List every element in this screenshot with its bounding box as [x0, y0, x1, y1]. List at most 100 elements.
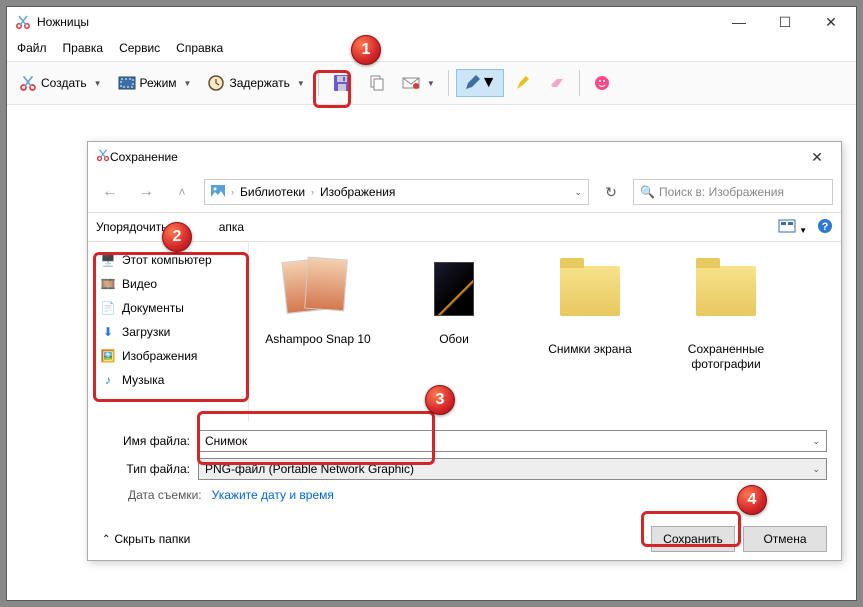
step-badge-4: 4 — [737, 485, 767, 515]
sidebar-label: Загрузки — [122, 325, 170, 339]
mail-button[interactable]: ▼ — [396, 70, 441, 96]
dialog-close-button[interactable]: ✕ — [797, 142, 837, 172]
crumb-images[interactable]: Изображения — [320, 185, 395, 199]
pen-icon — [463, 74, 481, 92]
save-button[interactable] — [326, 67, 358, 99]
search-input[interactable]: 🔍 Поиск в: Изображения — [633, 179, 833, 205]
filetype-select[interactable]: PNG-файл (Portable Network Graphic)⌄ — [198, 458, 827, 480]
filename-input[interactable]: Снимок⌄ — [198, 430, 827, 452]
save-dialog: Сохранение ✕ ← → ˄ › Библиотеки › Изобра… — [87, 141, 842, 561]
chevron-down-icon[interactable]: ⌄ — [812, 436, 820, 447]
save-confirm-button[interactable]: Сохранить — [651, 526, 735, 552]
newfolder-button[interactable]: апка — [219, 220, 244, 234]
refresh-button[interactable]: ↻ — [597, 178, 625, 206]
document-icon: 📄 — [100, 300, 116, 316]
clock-icon — [207, 74, 225, 92]
chevron-down-icon[interactable]: ⌄ — [574, 187, 582, 198]
date-row: Дата съемки: Укажите дату и время — [102, 486, 827, 512]
up-button[interactable]: ˄ — [168, 178, 196, 206]
crumb-sep: › — [311, 187, 314, 197]
sidebar-item-docs[interactable]: 📄 Документы — [90, 296, 248, 320]
address-bar[interactable]: › Библиотеки › Изображения ⌄ — [204, 179, 589, 205]
pictures-lib-icon — [211, 185, 225, 200]
titlebar: Ножницы — ☐ ✕ — [7, 7, 856, 37]
step-badge-2: 2 — [162, 222, 192, 252]
menu-help[interactable]: Справка — [170, 39, 229, 57]
date-link[interactable]: Укажите дату и время — [212, 488, 334, 502]
help-button[interactable]: ? — [817, 218, 833, 237]
hide-folders-button[interactable]: Скрыть папки — [114, 532, 190, 546]
chevron-down-icon: ▼ — [427, 79, 435, 88]
highlighter-button[interactable] — [508, 70, 538, 96]
music-icon: ♪ — [100, 372, 116, 388]
filename-label: Имя файла: — [102, 434, 198, 448]
folder-label: Ashampoo Snap 10 — [263, 332, 373, 347]
filetype-label: Тип файла: — [102, 462, 198, 476]
back-button[interactable]: ← — [96, 178, 124, 206]
menu-edit[interactable]: Правка — [57, 39, 110, 57]
mode-button[interactable]: Режим ▼ — [112, 70, 198, 96]
delay-button[interactable]: Задержать ▼ — [201, 70, 310, 96]
dialog-body: 🖥️Этот компьютер 🎞️Видео 📄 Документы ⬇Заг… — [88, 242, 841, 422]
sidebar: 🖥️Этот компьютер 🎞️Видео 📄 Документы ⬇Заг… — [88, 242, 248, 422]
menu-file[interactable]: Файл — [11, 39, 53, 57]
sidebar-item-downloads[interactable]: ⬇Загрузки — [90, 320, 248, 344]
search-placeholder: Поиск в: Изображения — [659, 185, 784, 199]
sidebar-item-images[interactable]: 🖼️ Изображения — [90, 344, 248, 368]
view-button[interactable]: ▼ — [778, 219, 807, 236]
dialog-titlebar: Сохранение ✕ — [88, 142, 841, 172]
delay-label: Задержать — [229, 76, 289, 90]
pen-button[interactable]: ▼ — [456, 69, 504, 97]
cancel-button[interactable]: Отмена — [743, 526, 827, 552]
mode-label: Режим — [140, 76, 177, 90]
step-badge-3: 3 — [425, 385, 455, 415]
scissors-icon — [19, 74, 37, 92]
minimize-button[interactable]: — — [716, 7, 762, 37]
chevron-down-icon: ▼ — [481, 74, 497, 92]
nav-row: ← → ˄ › Библиотеки › Изображения ⌄ ↻ 🔍 П… — [88, 172, 841, 212]
sidebar-item-music[interactable]: ♪Музыка — [90, 368, 248, 392]
highlighter-icon — [514, 74, 532, 92]
rectangle-icon — [118, 74, 136, 92]
date-label: Дата съемки: — [128, 488, 202, 502]
image-icon: 🖼️ — [100, 348, 116, 364]
sidebar-item-video[interactable]: 🎞️Видео — [90, 272, 248, 296]
create-label: Создать — [41, 76, 87, 90]
sidebar-label: Изображения — [122, 349, 197, 363]
chevron-up-icon: ⌃ — [102, 534, 110, 545]
folder-item[interactable]: Ashampoo Snap 10 — [263, 256, 373, 372]
separator — [318, 70, 319, 96]
folder-item[interactable]: Сохраненные фотографии — [671, 256, 781, 372]
folder-item[interactable]: Снимки экрана — [535, 256, 645, 372]
chevron-down-icon: ▼ — [94, 79, 102, 88]
copy-icon — [368, 74, 386, 92]
copy-button[interactable] — [362, 70, 392, 96]
scissors-icon — [96, 148, 110, 167]
maximize-button[interactable]: ☐ — [762, 7, 808, 37]
separator — [579, 70, 580, 96]
eraser-button[interactable] — [542, 70, 572, 96]
window-title: Ножницы — [37, 15, 716, 29]
app-window: Ножницы — ☐ ✕ Файл Правка Сервис Справка… — [6, 6, 857, 601]
close-button[interactable]: ✕ — [808, 7, 854, 37]
crumb-libraries[interactable]: Библиотеки — [240, 185, 305, 199]
mail-icon — [402, 74, 420, 92]
form-area: Имя файла: Снимок⌄ Тип файла: PNG-файл (… — [88, 422, 841, 516]
paint3d-icon — [593, 74, 611, 92]
folder-item[interactable]: Обои — [399, 256, 509, 372]
create-button[interactable]: Создать ▼ — [13, 70, 108, 96]
chevron-down-icon: ▼ — [297, 79, 305, 88]
dialog-title: Сохранение — [110, 150, 797, 164]
search-icon: 🔍 — [640, 185, 655, 199]
sidebar-label: Документы — [122, 301, 184, 315]
folder-content[interactable]: Ashampoo Snap 10 Обои Снимки экрана Сохр… — [248, 242, 841, 422]
separator — [448, 70, 449, 96]
scissors-icon — [15, 14, 31, 30]
pc-icon: 🖥️ — [100, 252, 116, 268]
step-badge-1: 1 — [351, 35, 381, 65]
paint3d-button[interactable] — [587, 70, 617, 96]
sidebar-item-pc[interactable]: 🖥️Этот компьютер — [90, 248, 248, 272]
forward-button[interactable]: → — [132, 178, 160, 206]
chevron-down-icon[interactable]: ⌄ — [812, 464, 820, 475]
menu-service[interactable]: Сервис — [113, 39, 166, 57]
